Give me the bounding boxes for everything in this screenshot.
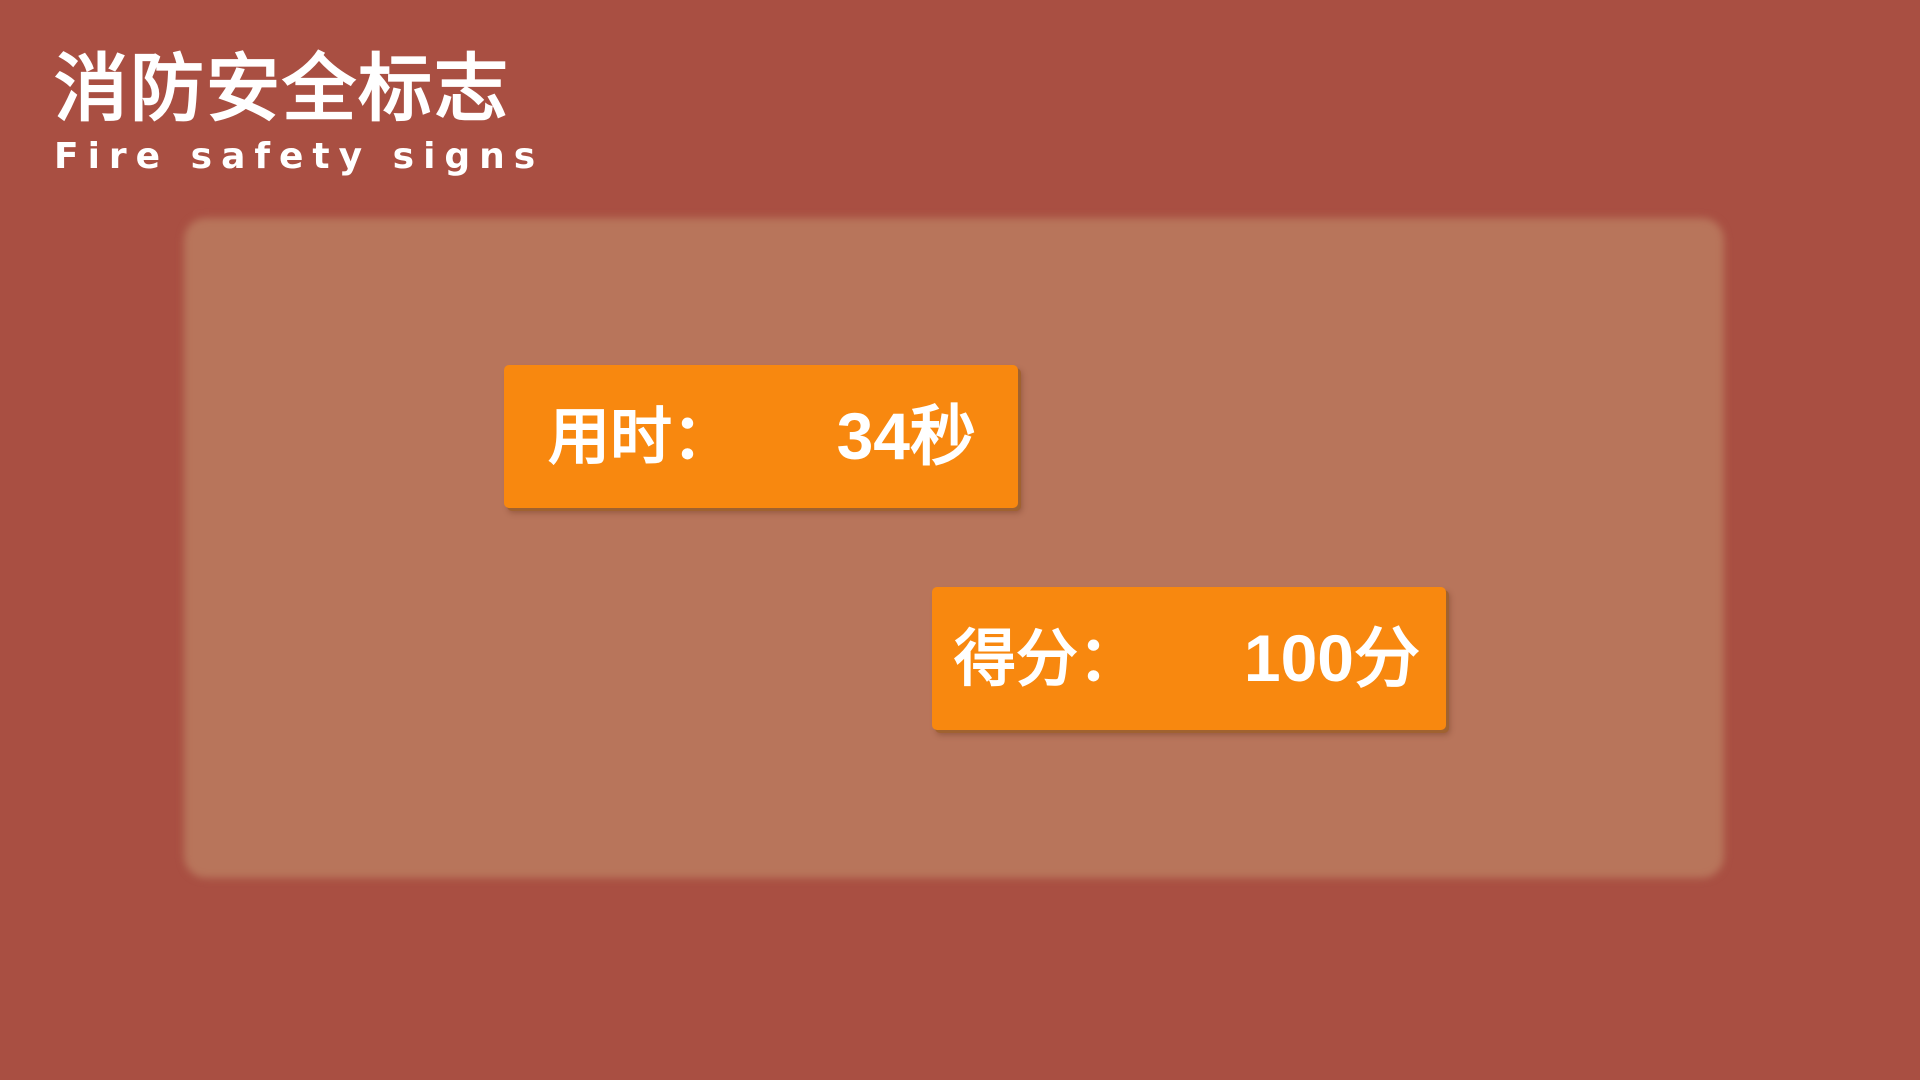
time-label: 用时： [548, 400, 735, 473]
title-block: 消防安全标志 Fire safety signs [54, 44, 544, 180]
score-label: 得分： [954, 622, 1141, 695]
page-title: 消防安全标志 [54, 46, 510, 132]
time-value: 34秒 [836, 399, 976, 473]
score-value: 100分 [1243, 621, 1420, 695]
time-result-box: 用时： 34秒 [504, 365, 1018, 508]
result-panel [184, 218, 1724, 878]
score-result-box: 得分： 100分 [932, 587, 1446, 730]
page-subtitle: Fire safety signs [54, 136, 545, 177]
